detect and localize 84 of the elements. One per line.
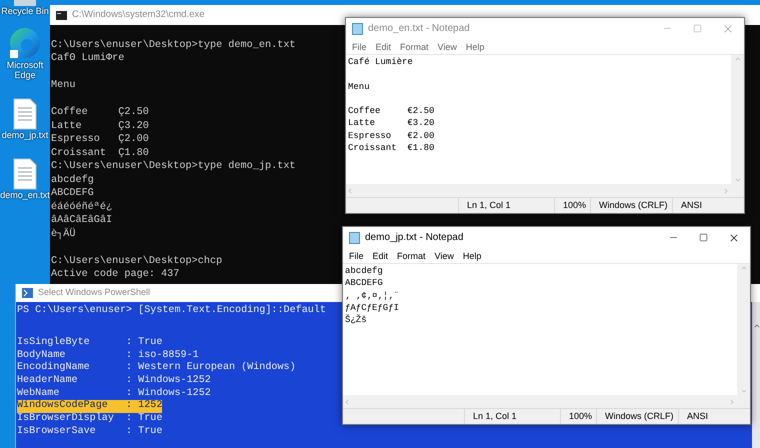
notepad-icon [352, 22, 363, 34]
text-line: abcdefg [345, 265, 383, 278]
menu-item[interactable]: Format [396, 40, 433, 52]
text-line: è┐ÄÜ [51, 228, 76, 241]
text-area[interactable]: Café Lumière Menu Coffee €2.50 Latte €3.20 Espresso €2.00 Croissant €1.80 [346, 55, 731, 184]
text-file-icon [13, 158, 37, 190]
status-text: Windows (CRLF) [596, 409, 678, 424]
property-line: EncodingName : Western European (Windows) [17, 362, 296, 374]
text-line: Active code page: 437 [51, 268, 180, 282]
property-line: IsBrowserDisplay : True [17, 413, 162, 426]
scroll-right-icon[interactable] [728, 398, 736, 406]
menu-item[interactable]: File [348, 40, 371, 52]
menu-item[interactable]: Edit [368, 250, 392, 262]
status-text: 100% [560, 409, 596, 424]
menu-item[interactable]: Help [462, 40, 488, 52]
maximize-icon [692, 24, 702, 33]
status-text: Ln 1, Col 1 [464, 409, 560, 424]
window-title: demo_en.txt - Notepad [368, 22, 470, 36]
window-title: C:\Windows\system32\cmd.exe [72, 8, 205, 22]
text-line: Menu [51, 79, 76, 92]
text-line: ABCDEFG [51, 187, 94, 200]
status-text: ANSI [672, 198, 744, 213]
text-line: éáéóéñéªé¿ [51, 200, 112, 214]
text-line: abcdefg [51, 174, 94, 187]
recycle-bin-icon [12, 0, 38, 6]
maximize-icon [698, 233, 708, 242]
status-text: Ln 1, Col 1 [458, 198, 554, 213]
text-line: Coffee Ç2.50 [51, 106, 149, 120]
text-line: C:\Users\enuser\Desktop>chcp [51, 254, 222, 268]
property-line: IsBrowserSave : True [17, 426, 162, 438]
property-line: IsSingleByte : True [17, 337, 162, 350]
window-title: demo_jp.txt - Notepad [365, 231, 464, 245]
desktop-icon-label[interactable]: demo_jp.txt [2, 130, 48, 140]
edge-icon [8, 26, 42, 60]
text-line: CafΘ LumiΦre [51, 52, 124, 66]
text-line: Š¿Žš [345, 314, 367, 326]
text-line: Espresso €2.00 [348, 130, 434, 142]
vertical-scrollbar[interactable] [737, 264, 750, 395]
status-text: Windows (CRLF) [590, 198, 672, 213]
scroll-left-icon[interactable] [343, 398, 351, 406]
menu-item[interactable]: Edit [372, 40, 396, 52]
menu-item[interactable]: View [434, 40, 461, 52]
text-line: âAâCâEâGâI [51, 214, 112, 228]
property-line: WebName : Windows-1252 [17, 388, 211, 400]
text-area[interactable]: abcdefg ABCDEFG ‚ ‚¢‚¤‚¦‚¨ ƒAƒCƒEƒGƒI Š¿Žš [343, 264, 737, 395]
desktop-icon-label[interactable]: demo_en.txt [0, 190, 50, 200]
text-line: ‚ ‚¢‚¤‚¦‚¨ [345, 290, 400, 302]
text-line: C:\Users\enuser\Desktop>type demo_jp.txt [51, 160, 296, 174]
horizontal-scrollbar[interactable] [343, 395, 750, 408]
scroll-down-icon[interactable] [734, 176, 742, 184]
menu-item[interactable]: File [345, 250, 368, 262]
text-file-icon [13, 98, 37, 130]
menu-item[interactable]: View [430, 250, 458, 262]
text-line: Croissant Ç1.80 [51, 146, 149, 160]
vertical-scrollbar[interactable] [731, 55, 744, 184]
status-text: ANSI [678, 409, 750, 424]
desktop-icon-label[interactable]: Recycle Bin [1, 6, 49, 16]
powershell-icon [22, 288, 33, 298]
text-line: Café Lumière [348, 56, 413, 68]
text-line: Coffee €2.50 [348, 105, 434, 118]
horizontal-scrollbar[interactable] [346, 184, 744, 197]
scroll-down-icon[interactable] [740, 387, 748, 395]
status-text: 100% [554, 198, 590, 213]
text-line: ABCDEFG [345, 277, 383, 290]
scroll-up-icon[interactable] [753, 322, 760, 330]
scroll-right-icon[interactable] [722, 186, 730, 194]
text-line: C:\Users\enuser\Desktop>type demo_en.txt [51, 38, 296, 52]
text-line: ƒAƒCƒEƒGƒI [345, 302, 400, 314]
text-line: Espresso Ç2.00 [51, 133, 149, 146]
notepad-icon [349, 232, 360, 244]
command-line: PS C:\Users\enuser> [System.Text.Encoding]::Default [17, 304, 326, 317]
menu-item[interactable]: Format [393, 250, 430, 262]
menu-item[interactable]: Help [458, 250, 486, 262]
text-line: Latte €3.20 [348, 117, 434, 130]
window-title: Select Windows PowerShell [38, 286, 150, 300]
scroll-left-icon[interactable] [346, 186, 354, 194]
text-line: Menu [348, 80, 370, 93]
text-line: Latte Ç3.20 [51, 120, 149, 133]
vertical-scrollbar[interactable] [752, 302, 760, 448]
text-line: Croissant €1.80 [348, 142, 434, 154]
property-line: HeaderName : Windows-1252 [17, 375, 211, 388]
desktop-icon-label[interactable]: Microsoft Edge [0, 60, 50, 80]
terminal-icon [56, 10, 67, 20]
property-line: BodyName : iso-8859-1 [17, 350, 199, 362]
